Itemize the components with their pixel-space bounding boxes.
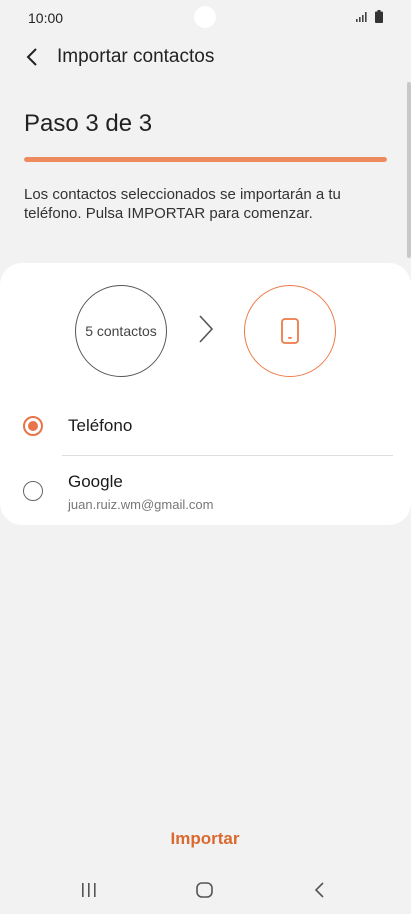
option-account-email: juan.ruiz.wm@gmail.com	[68, 497, 214, 512]
progress-bar	[24, 157, 387, 162]
chevron-left-icon[interactable]	[24, 47, 42, 67]
battery-icon	[375, 10, 383, 23]
home-icon[interactable]	[196, 882, 213, 898]
chevron-right-icon	[199, 315, 214, 343]
divider	[62, 455, 393, 456]
instructions-text: Los contactos seleccionados se importará…	[24, 186, 341, 222]
destination-circle	[244, 285, 336, 377]
radio-button[interactable]	[23, 416, 43, 436]
back-icon[interactable]	[314, 882, 326, 898]
option-label: Google	[68, 472, 123, 491]
source-circle: 5 contactos	[75, 285, 167, 377]
page-title: Importar contactos	[57, 46, 215, 67]
navigation-bar	[0, 866, 411, 914]
import-destination-card: 5 contactos Teléfono Google juan.ruiz.wm…	[0, 263, 411, 525]
status-time: 10:00	[28, 10, 64, 26]
import-button[interactable]: Importar	[155, 826, 255, 852]
camera-cutout	[194, 6, 216, 28]
source-label: 5 contactos	[85, 323, 157, 339]
app-header: Importar contactos	[0, 38, 411, 78]
progress-fill	[24, 157, 387, 162]
signal-icon	[356, 12, 367, 22]
step-title: Paso 3 de 3	[24, 110, 153, 137]
option-google[interactable]: Google juan.ruiz.wm@gmail.com	[0, 457, 411, 519]
recent-apps-icon[interactable]	[81, 883, 97, 897]
phone-icon	[281, 318, 299, 344]
option-telefono[interactable]: Teléfono	[0, 400, 411, 452]
option-label: Teléfono	[68, 416, 133, 435]
radio-button[interactable]	[23, 481, 43, 501]
status-bar: 10:00	[0, 0, 411, 36]
scrollbar[interactable]	[407, 82, 411, 258]
